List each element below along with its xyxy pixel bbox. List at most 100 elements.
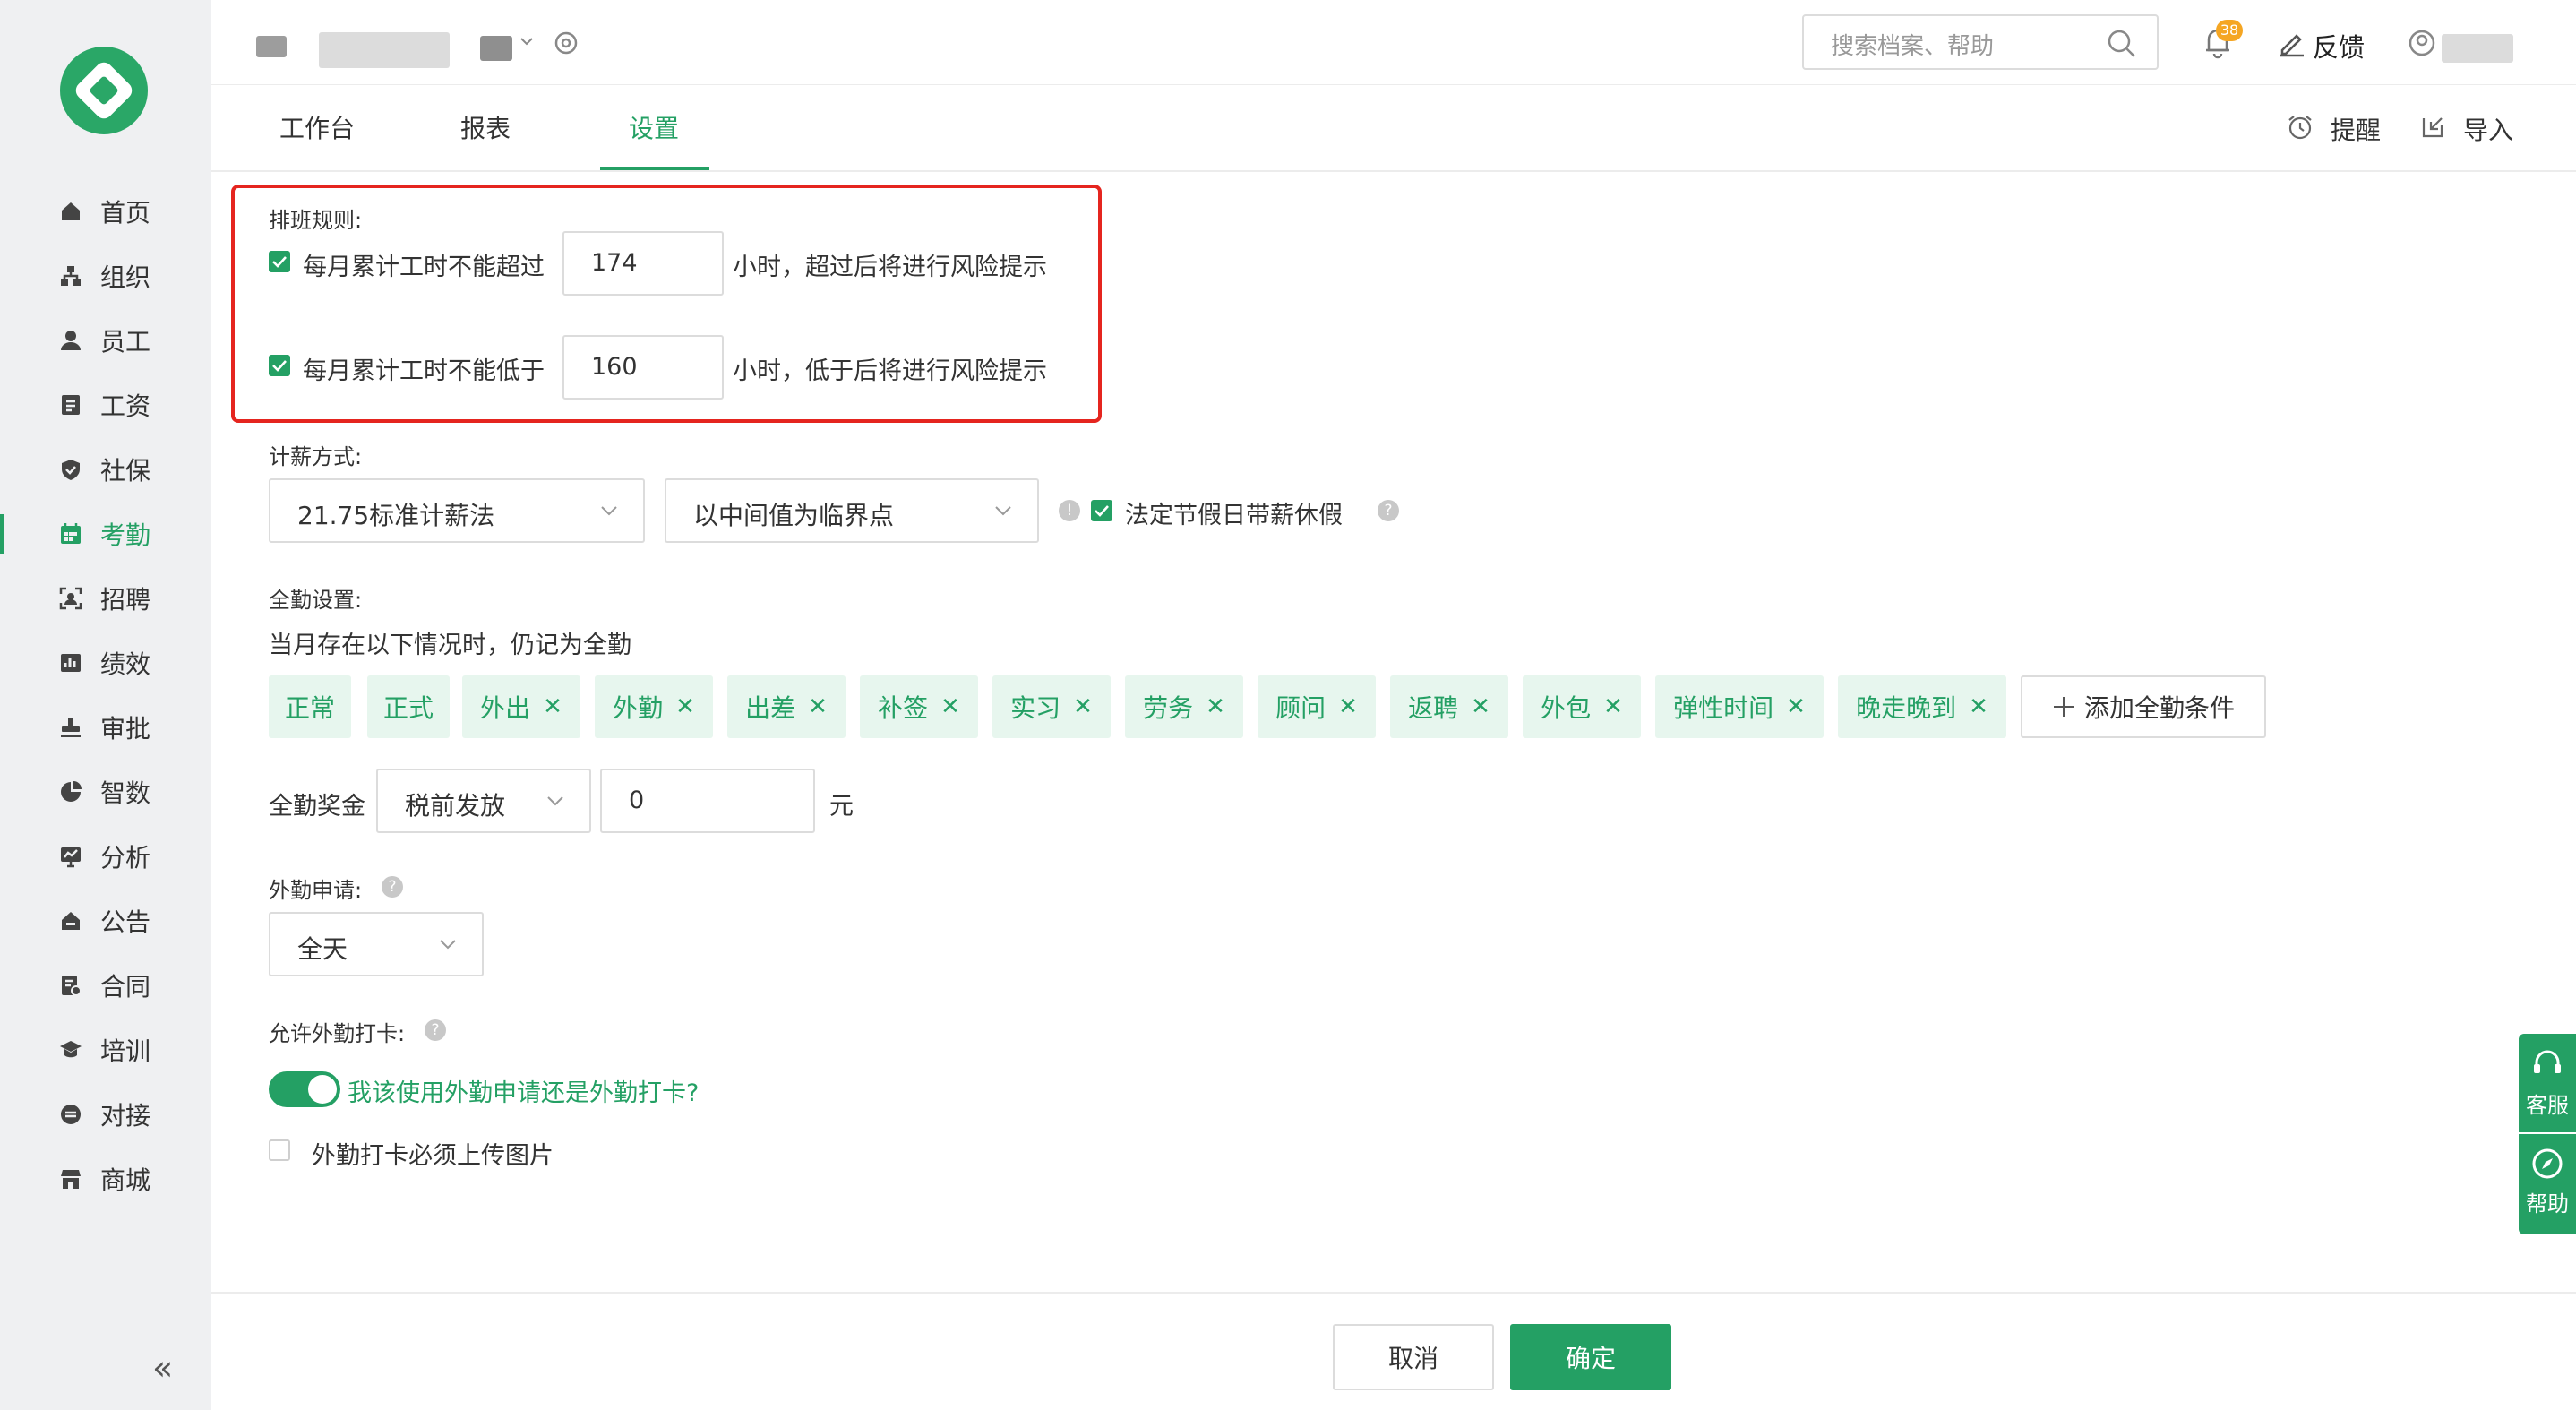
help-question-icon[interactable]: ?	[1378, 500, 1399, 521]
sidebar-item-store[interactable]: 商城	[0, 1152, 211, 1206]
company-name-blurred[interactable]	[319, 32, 450, 68]
attendance-tag-label: 出差	[745, 693, 796, 723]
bonus-amount-input[interactable]: 0	[600, 769, 815, 833]
sidebar-item-notice[interactable]: 公告	[0, 894, 211, 948]
shield-icon	[59, 458, 82, 481]
rule-max-hours-input[interactable]: 174	[562, 231, 724, 296]
photo-required-label: 外勤打卡必须上传图片	[312, 1142, 554, 1170]
sidebar-item-salary[interactable]: 工资	[0, 378, 211, 432]
tab-workbench[interactable]: 工作台	[279, 109, 355, 145]
remove-tag-icon[interactable]: ✕	[940, 693, 960, 720]
sidebar-item-contract[interactable]: 合同	[0, 959, 211, 1012]
feedback-pen-icon[interactable]	[2277, 27, 2307, 61]
headset-icon	[2534, 1050, 2561, 1073]
sidebar-item-calendar[interactable]: 考勤	[0, 507, 211, 561]
sidebar-item-shield[interactable]: 社保	[0, 443, 211, 496]
import-link[interactable]: 导入	[2463, 111, 2513, 147]
feedback-link[interactable]: 反馈	[2313, 27, 2365, 64]
field-punch-title: 允许外勤打卡:	[269, 1021, 406, 1046]
help-button[interactable]: 帮助	[2519, 1134, 2576, 1234]
field-work-title: 外勤申请:	[269, 878, 363, 903]
sidebar-item-home[interactable]: 首页	[0, 185, 211, 238]
user-avatar-icon[interactable]	[2408, 29, 2436, 61]
chevron-down-icon[interactable]	[518, 32, 536, 54]
contract-icon	[59, 974, 82, 997]
remove-tag-icon[interactable]: ✕	[1206, 693, 1225, 720]
active-indicator	[0, 514, 4, 554]
help-question-icon[interactable]: ?	[425, 1019, 446, 1041]
attendance-tag-label: 外勤	[613, 693, 664, 723]
rule-max-suffix: 小时，超过后将进行风险提示	[733, 254, 1047, 281]
recruit-icon	[59, 587, 82, 610]
tab-reports[interactable]: 报表	[460, 109, 511, 145]
sidebar-item-label: 首页	[100, 198, 151, 228]
sidebar-item-recruit[interactable]: 招聘	[0, 572, 211, 625]
help-question-icon[interactable]: ?	[382, 876, 403, 898]
rule-min-hours-input[interactable]: 160	[562, 335, 724, 400]
sidebar-item-label: 对接	[100, 1101, 151, 1131]
analysis-icon	[59, 845, 82, 868]
threshold-select[interactable]: 以中间值为临界点	[665, 478, 1039, 543]
sidebar-item-label: 智数	[100, 778, 151, 808]
search-box[interactable]: 搜索档案、帮助	[1802, 14, 2159, 70]
remove-tag-icon[interactable]: ✕	[1338, 693, 1358, 720]
holiday-paid-label: 法定节假日带薪休假	[1125, 502, 1343, 529]
field-work-help-link[interactable]: 我该使用外勤申请还是外勤打卡?	[348, 1073, 699, 1108]
attendance-tag-label: 实习	[1010, 693, 1061, 723]
remove-tag-icon[interactable]: ✕	[675, 693, 695, 720]
app-logo[interactable]	[60, 47, 148, 134]
tab-settings[interactable]: 设置	[629, 109, 679, 145]
cancel-button[interactable]: 取消	[1333, 1324, 1494, 1390]
settings-gear-icon[interactable]	[552, 29, 580, 61]
remove-tag-icon[interactable]: ✕	[1073, 693, 1093, 720]
sidebar-item-chart[interactable]: 绩效	[0, 636, 211, 690]
sidebar-item-label: 合同	[100, 972, 151, 1002]
sidebar-item-analysis[interactable]: 分析	[0, 830, 211, 883]
remind-link[interactable]: 提醒	[2331, 111, 2381, 147]
remove-tag-icon[interactable]: ✕	[543, 693, 562, 720]
attendance-tag-label: 外出	[480, 693, 531, 723]
remove-tag-icon[interactable]: ✕	[1471, 693, 1490, 720]
remove-tag-icon[interactable]: ✕	[1969, 693, 1988, 720]
sidebar-item-label: 组织	[100, 262, 151, 292]
sidebar-item-label: 招聘	[100, 585, 151, 615]
user-icon	[59, 329, 82, 352]
sidebar-item-user[interactable]: 员工	[0, 314, 211, 367]
search-input[interactable]: 搜索档案、帮助	[1831, 28, 1994, 61]
check-icon	[1095, 505, 1109, 517]
sidebar-item-stamp[interactable]: 审批	[0, 701, 211, 754]
attendance-tag-label: 晚走晚到	[1856, 693, 1957, 723]
rule-min-checkbox[interactable]	[269, 355, 290, 376]
user-name-blurred[interactable]	[2442, 34, 2513, 63]
confirm-button[interactable]: 确定	[1510, 1324, 1671, 1390]
holiday-paid-checkbox[interactable]	[1091, 500, 1112, 521]
bonus-mode-select[interactable]: 税前发放	[376, 769, 591, 833]
sidebar-item-label: 绩效	[100, 649, 151, 679]
field-work-select[interactable]: 全天	[269, 912, 484, 976]
add-full-attendance-condition-button[interactable]: 添加全勤条件	[2021, 675, 2266, 738]
remove-tag-icon[interactable]: ✕	[1786, 693, 1806, 720]
import-icon[interactable]	[2418, 113, 2447, 145]
remove-tag-icon[interactable]: ✕	[1603, 693, 1623, 720]
field-punch-toggle[interactable]	[269, 1071, 340, 1107]
collapse-sidebar-icon[interactable]: «	[152, 1348, 173, 1388]
sidebar-item-link[interactable]: 对接	[0, 1088, 211, 1141]
remove-tag-icon[interactable]: ✕	[808, 693, 828, 720]
rule-max-checkbox[interactable]	[269, 251, 290, 272]
home-icon	[59, 200, 82, 223]
chevron-down-icon	[547, 796, 563, 806]
chevron-down-icon	[440, 940, 456, 950]
alarm-clock-icon[interactable]	[2286, 113, 2314, 145]
chevron-down-icon	[601, 506, 617, 516]
sidebar-item-pie[interactable]: 智数	[0, 765, 211, 819]
sidebar-item-training[interactable]: 培训	[0, 1023, 211, 1077]
pay-method-select[interactable]: 21.75标准计薪法	[269, 478, 645, 543]
sidebar-item-org[interactable]: 组织	[0, 249, 211, 303]
info-icon[interactable]: !	[1059, 500, 1080, 521]
sidebar-item-label: 公告	[100, 907, 151, 937]
attendance-tag: 返聘 ✕	[1390, 675, 1508, 738]
customer-service-button[interactable]: 客服	[2519, 1034, 2576, 1132]
company-logo-blurred	[256, 36, 287, 57]
search-icon[interactable]	[2107, 29, 2137, 59]
photo-required-checkbox[interactable]	[269, 1139, 290, 1161]
